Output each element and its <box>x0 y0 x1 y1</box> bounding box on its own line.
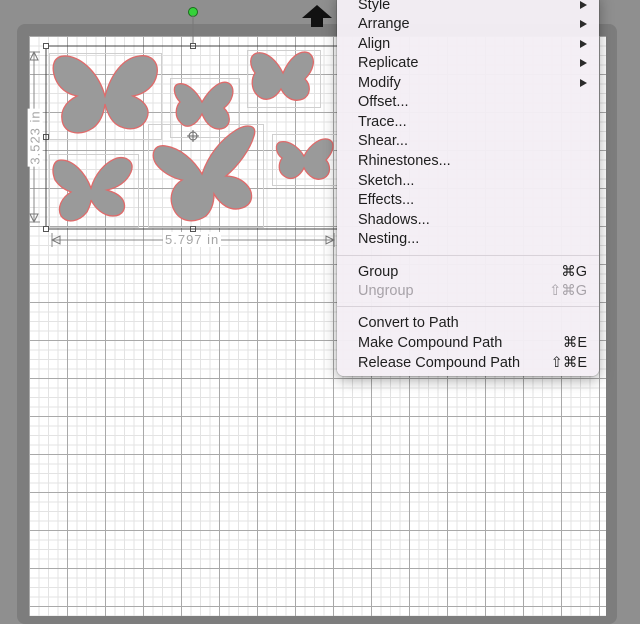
menu-item-sketch[interactable]: Sketch... <box>358 172 587 191</box>
menu-item-shear[interactable]: Shear... <box>358 132 587 151</box>
submenu-arrow-icon <box>580 40 587 48</box>
menu-item-effects[interactable]: Effects... <box>358 191 587 210</box>
submenu-arrow-icon <box>580 1 587 9</box>
submenu-arrow-icon <box>580 59 587 67</box>
menu-item-replicate[interactable]: Replicate <box>358 54 587 73</box>
selection-width-label: 5.797 in <box>163 232 222 247</box>
menu-item-make-compound-path[interactable]: Make Compound Path ⌘E <box>358 334 587 353</box>
context-menu: Style Arrange Align Replicate Modify Off… <box>337 0 599 376</box>
submenu-arrow-icon <box>580 20 587 28</box>
menu-separator <box>337 306 599 307</box>
menu-item-ungroup: Ungroup ⇧⌘G <box>358 283 587 299</box>
menu-item-trace[interactable]: Trace... <box>358 113 587 132</box>
selection-height-label: 3.523 in <box>27 108 43 167</box>
menu-item-align[interactable]: Align <box>358 35 587 54</box>
menu-item-modify[interactable]: Modify <box>358 74 587 93</box>
submenu-arrow-icon <box>580 79 587 87</box>
shortcut-label: ⌘G <box>561 264 587 280</box>
menu-item-offset[interactable]: Offset... <box>358 93 587 112</box>
menu-item-group[interactable]: Group ⌘G <box>358 263 587 282</box>
menu-item-nesting[interactable]: Nesting... <box>358 230 587 249</box>
menu-item-shadows[interactable]: Shadows... <box>358 211 587 230</box>
menu-item-style[interactable]: Style <box>358 0 587 15</box>
shortcut-label: ⇧⌘G <box>549 283 587 299</box>
menu-item-rhinestones[interactable]: Rhinestones... <box>358 152 587 171</box>
menu-item-arrange[interactable]: Arrange <box>358 15 587 34</box>
shortcut-label: ⇧⌘E <box>550 355 587 371</box>
menu-item-release-compound-path[interactable]: Release Compound Path ⇧⌘E <box>358 354 587 373</box>
menu-separator <box>337 255 599 256</box>
menu-item-convert-to-path[interactable]: Convert to Path <box>358 314 587 333</box>
shortcut-label: ⌘E <box>562 335 587 351</box>
